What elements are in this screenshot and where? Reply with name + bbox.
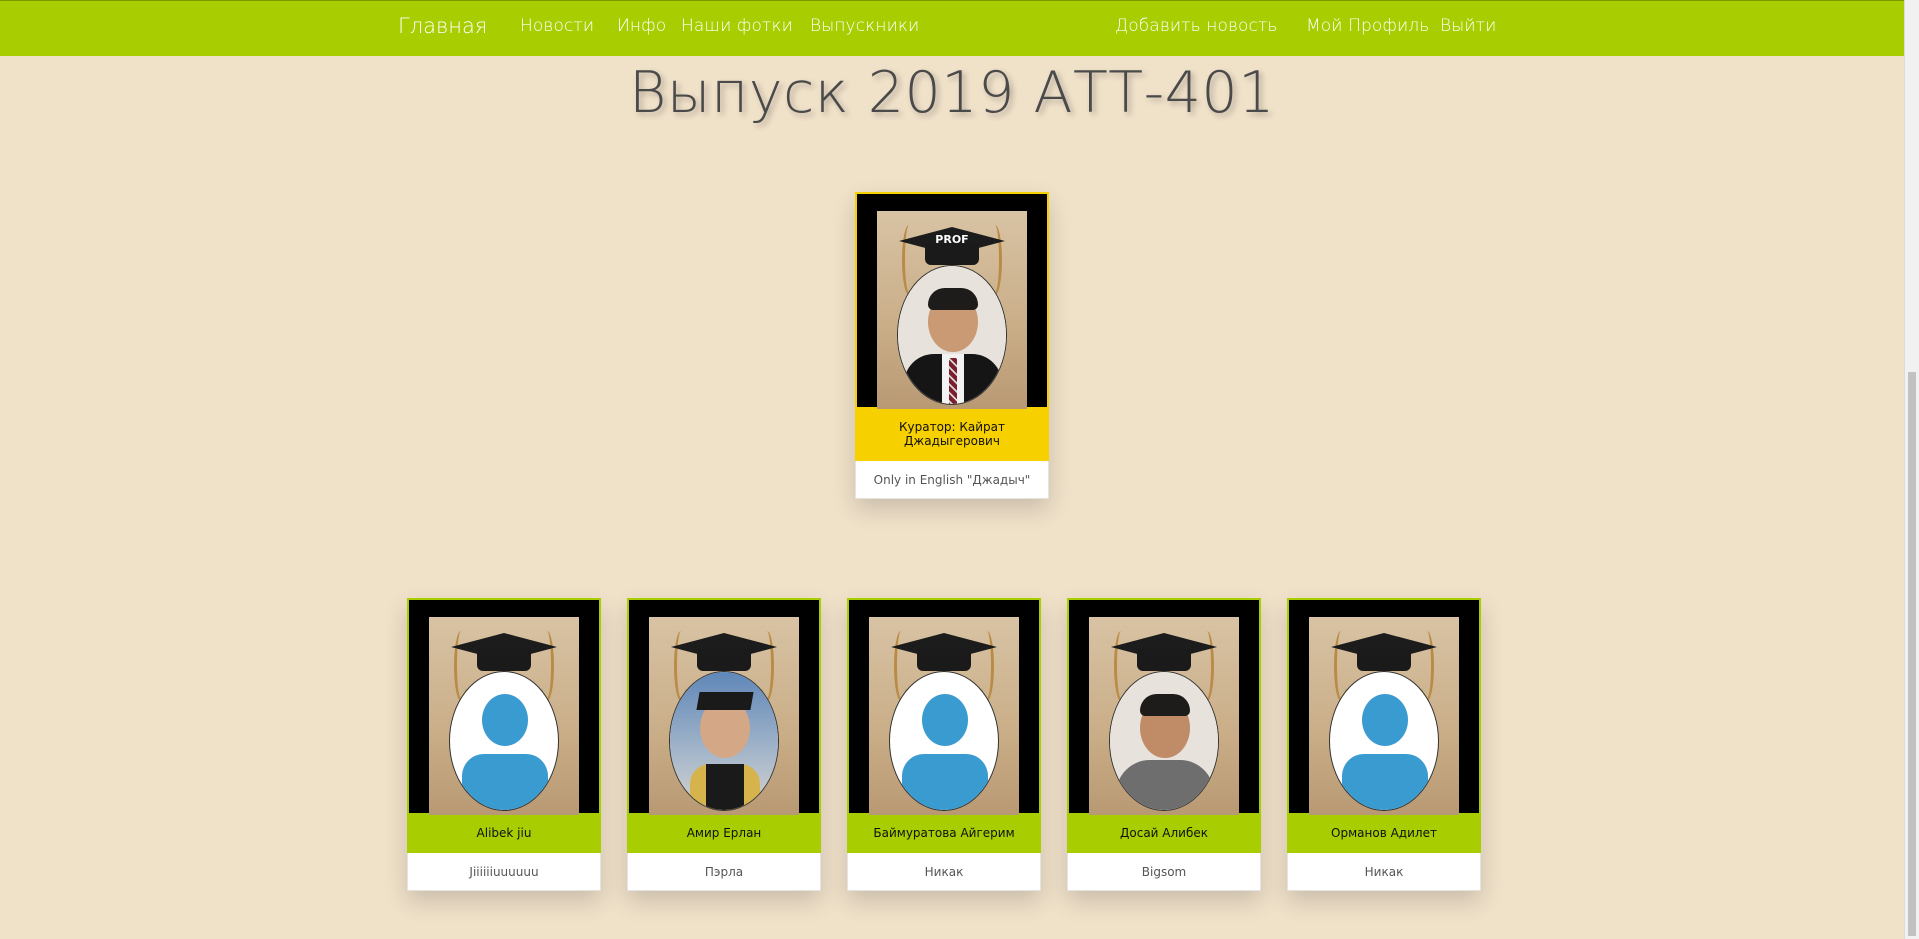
tshirt-shape bbox=[1116, 760, 1214, 810]
nav-link-our-photos[interactable]: Наши фотки bbox=[681, 16, 793, 36]
page-title: Выпуск 2019 АТТ-401 bbox=[629, 60, 1275, 126]
portrait-background bbox=[1309, 617, 1459, 815]
graduate-nickname: Никак bbox=[1287, 853, 1481, 891]
nav-link-logout[interactable]: Выйти bbox=[1440, 16, 1496, 36]
avatar-head bbox=[482, 694, 528, 746]
hair-shape bbox=[928, 288, 978, 310]
hair-shape bbox=[1140, 694, 1190, 716]
portrait-frame bbox=[847, 598, 1041, 815]
graduate-card[interactable]: Досай Алибек Bigsom bbox=[1067, 598, 1261, 891]
gown-shape bbox=[706, 764, 744, 810]
portrait-background bbox=[429, 617, 579, 815]
default-avatar-icon bbox=[449, 671, 559, 811]
portrait-background bbox=[1089, 617, 1239, 815]
default-avatar-icon bbox=[889, 671, 999, 811]
vertical-scrollbar[interactable] bbox=[1904, 0, 1919, 939]
graduate-name: Амир Ерлан bbox=[627, 813, 821, 853]
curator-photo bbox=[897, 265, 1007, 405]
nav-link-add-news[interactable]: Добавить новость bbox=[1115, 16, 1278, 36]
portrait-background bbox=[649, 617, 799, 815]
graduate-name: Орманов Адилет bbox=[1287, 813, 1481, 853]
nav-link-news[interactable]: Новости bbox=[520, 16, 594, 36]
cap-prof-label: PROF bbox=[935, 233, 969, 246]
portrait-frame bbox=[1287, 598, 1481, 815]
portrait-background bbox=[869, 617, 1019, 815]
graduation-cap-base bbox=[1137, 649, 1191, 671]
curator-name: Куратор: Кайрат Джадыгерович bbox=[855, 407, 1049, 461]
nav-link-graduates[interactable]: Выпускники bbox=[810, 16, 919, 36]
top-navbar: Главная Новости Инфо Наши фотки Выпускни… bbox=[0, 0, 1904, 56]
page-viewport: Главная Новости Инфо Наши фотки Выпускни… bbox=[0, 0, 1904, 939]
graduate-card[interactable]: Баймуратова Айгерим Никак bbox=[847, 598, 1041, 891]
avatar-body bbox=[462, 754, 548, 810]
scrollbar-thumb[interactable] bbox=[1908, 372, 1916, 936]
graduate-photo bbox=[669, 671, 779, 811]
graduate-nickname: Никак bbox=[847, 853, 1041, 891]
graduation-cap-base bbox=[1357, 649, 1411, 671]
avatar-head bbox=[922, 694, 968, 746]
graduate-card[interactable]: Alibek jiu Jiiiiiiuuuuuu bbox=[407, 598, 601, 891]
graduate-card[interactable]: Орманов Адилет Никак bbox=[1287, 598, 1481, 891]
graduate-card[interactable]: Амир Ерлан Пэрла bbox=[627, 598, 821, 891]
portrait-background: PROF bbox=[877, 211, 1027, 409]
curator-nickname: Only in English "Джадыч" bbox=[855, 461, 1049, 499]
graduate-name: Alibek jiu bbox=[407, 813, 601, 853]
graduate-nickname: Jiiiiiiuuuuuu bbox=[407, 853, 601, 891]
graduation-cap-base bbox=[477, 649, 531, 671]
tie-shape bbox=[949, 358, 957, 404]
avatar-head bbox=[1362, 694, 1408, 746]
graduate-name: Досай Алибек bbox=[1067, 813, 1261, 853]
portrait-frame bbox=[407, 598, 601, 815]
graduate-nickname: Bigsom bbox=[1067, 853, 1261, 891]
portrait-frame: PROF bbox=[855, 192, 1049, 409]
graduate-name: Баймуратова Айгерим bbox=[847, 813, 1041, 853]
portrait-frame bbox=[627, 598, 821, 815]
graduation-cap-icon bbox=[696, 692, 754, 710]
nav-link-my-profile[interactable]: Мой Профиль bbox=[1306, 16, 1429, 36]
avatar-body bbox=[902, 754, 988, 810]
graduation-cap-base bbox=[697, 649, 751, 671]
graduate-nickname: Пэрла bbox=[627, 853, 821, 891]
nav-brand-home[interactable]: Главная bbox=[398, 14, 487, 38]
portrait-frame bbox=[1067, 598, 1261, 815]
graduate-photo bbox=[1109, 671, 1219, 811]
nav-link-info[interactable]: Инфо bbox=[617, 16, 666, 36]
curator-card[interactable]: PROF Куратор: Кайрат Джадыгерович Only i… bbox=[855, 192, 1049, 499]
graduation-cap-base bbox=[925, 243, 979, 265]
avatar-body bbox=[1342, 754, 1428, 810]
graduation-cap-base bbox=[917, 649, 971, 671]
default-avatar-icon bbox=[1329, 671, 1439, 811]
